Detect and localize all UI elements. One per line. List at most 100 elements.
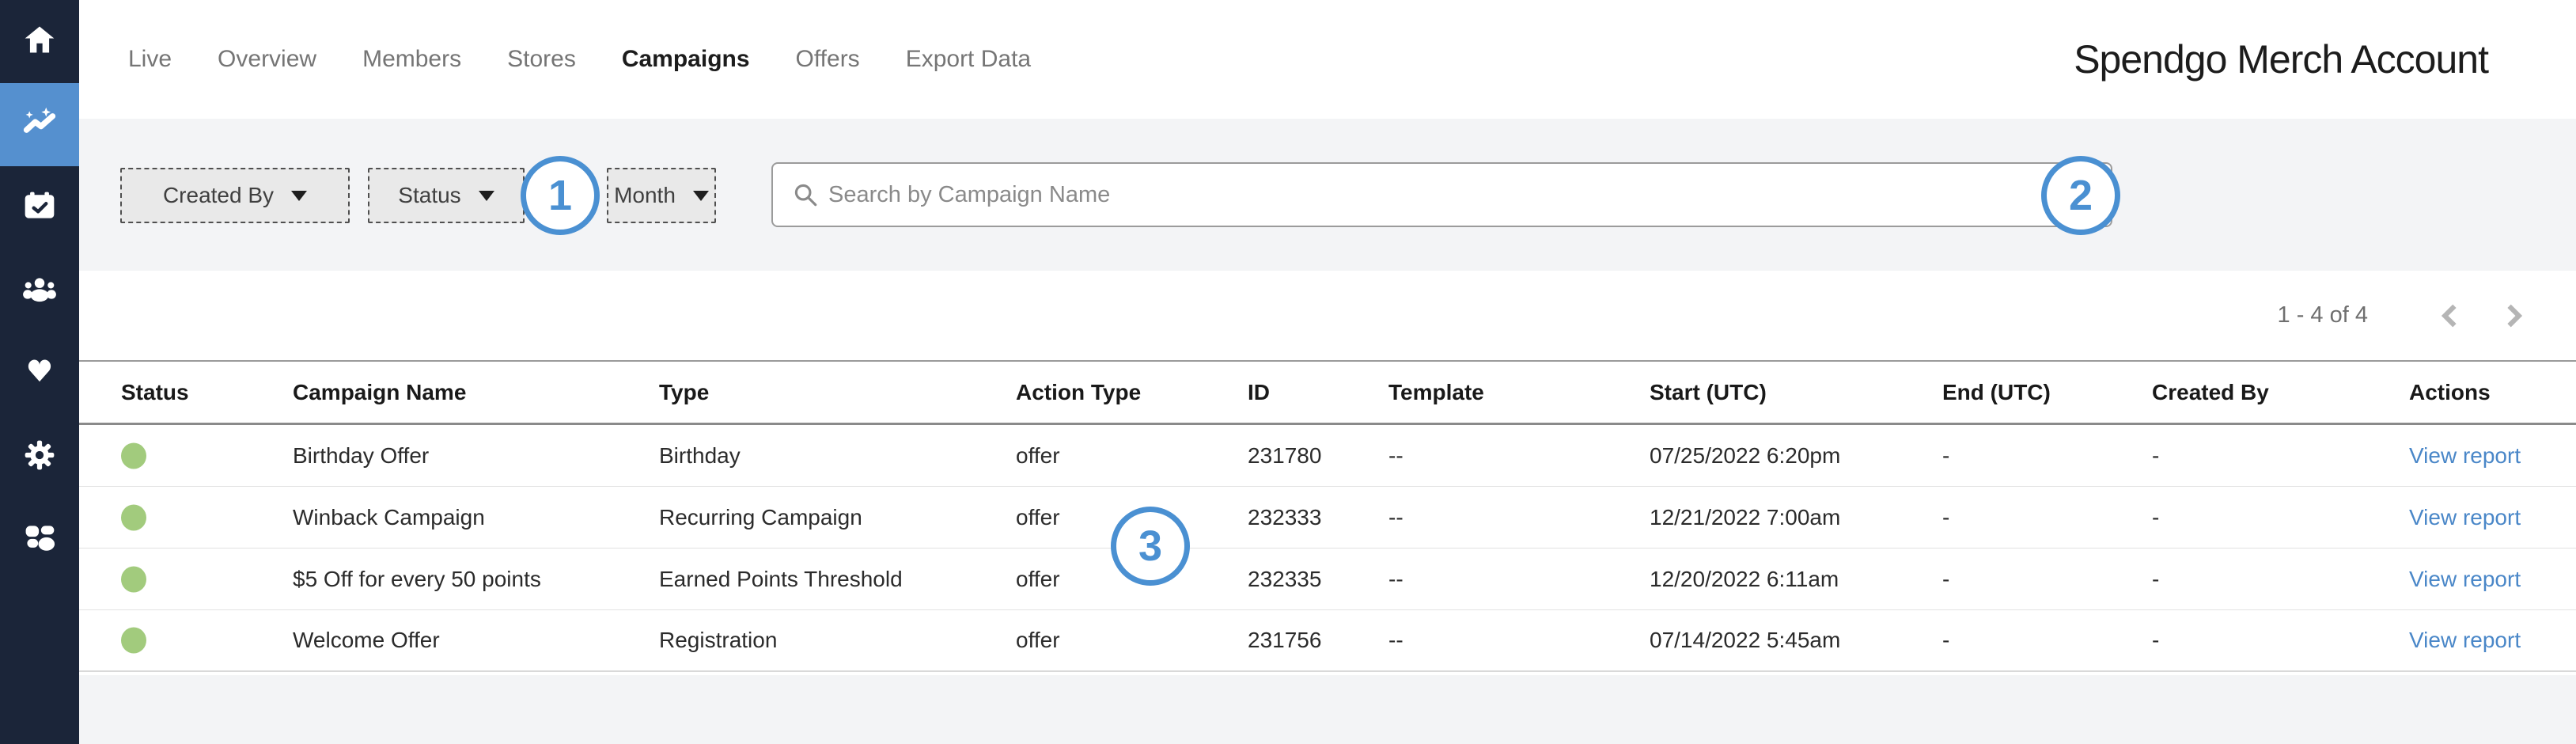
- end-utc-cell: -: [1942, 567, 1949, 592]
- column-header-actions: Actions: [2409, 380, 2491, 405]
- view-report-link[interactable]: View report: [2409, 567, 2521, 592]
- month-filter-dropdown[interactable]: Month: [607, 168, 716, 223]
- column-header-template: Template: [1388, 380, 1484, 405]
- campaign-name-cell: Birthday Offer: [293, 443, 429, 469]
- page-title: Spendgo Merch Account: [2074, 0, 2488, 119]
- chevron-down-icon: [291, 191, 307, 201]
- chevron-left-icon: [2435, 301, 2465, 331]
- home-icon: [22, 22, 57, 61]
- pagination-prev-button[interactable]: [2433, 271, 2468, 360]
- members-icon: [22, 271, 57, 310]
- tab-offers[interactable]: Offers: [796, 46, 860, 73]
- tab-members[interactable]: Members: [362, 46, 461, 73]
- view-report-link[interactable]: View report: [2409, 628, 2521, 653]
- sidebar-item-members[interactable]: [0, 249, 79, 332]
- created-by-cell: -: [2152, 505, 2159, 530]
- search-input[interactable]: [828, 182, 2092, 208]
- table-header-row: Status Campaign Name Type Action Type ID…: [79, 360, 2576, 425]
- sidebar-item-analytics[interactable]: [0, 83, 79, 166]
- campaign-name-cell: $5 Off for every 50 points: [293, 567, 541, 592]
- sidebar-item-settings[interactable]: [0, 416, 79, 499]
- end-utc-cell: -: [1942, 443, 1949, 469]
- id-cell: 231780: [1248, 443, 1321, 469]
- action-type-cell: offer: [1016, 628, 1060, 653]
- chevron-right-icon: [2498, 301, 2529, 331]
- status-dot: [121, 566, 146, 592]
- type-cell: Registration: [659, 628, 777, 653]
- status-dot: [121, 628, 146, 654]
- status-dot: [121, 442, 146, 469]
- template-cell: --: [1388, 567, 1404, 592]
- template-cell: --: [1388, 443, 1404, 469]
- campaigns-table: Status Campaign Name Type Action Type ID…: [79, 360, 2576, 672]
- sidebar-item-home[interactable]: [0, 0, 79, 83]
- column-header-action-type: Action Type: [1016, 380, 1141, 405]
- status-filter-label: Status: [398, 183, 460, 208]
- month-filter-label: Month: [614, 183, 676, 208]
- table-row: Welcome Offer Registration offer 231756 …: [79, 610, 2576, 672]
- action-type-cell: offer: [1016, 443, 1060, 469]
- created-by-filter-label: Created By: [163, 183, 274, 208]
- end-utc-cell: -: [1942, 628, 1949, 653]
- created-by-filter-dropdown[interactable]: Created By: [120, 168, 350, 223]
- id-cell: 232333: [1248, 505, 1321, 530]
- content-footer-area: [79, 675, 2576, 744]
- start-utc-cell: 12/20/2022 6:11am: [1650, 567, 1839, 592]
- table-row: $5 Off for every 50 points Earned Points…: [79, 549, 2576, 610]
- column-header-status: Status: [121, 380, 189, 405]
- apps-icon: [22, 521, 57, 560]
- pagination-next-button[interactable]: [2496, 271, 2531, 360]
- column-header-type: Type: [659, 380, 709, 405]
- campaigns-page: Live Overview Members Stores Campaigns O…: [0, 0, 2576, 744]
- campaign-search-box[interactable]: [771, 162, 2112, 227]
- heart-icon: [22, 355, 57, 393]
- search-icon: [792, 181, 819, 208]
- tab-stores[interactable]: Stores: [507, 46, 576, 73]
- column-header-id: ID: [1248, 380, 1270, 405]
- tab-campaigns[interactable]: Campaigns: [622, 46, 750, 73]
- calendar-icon: [22, 188, 57, 227]
- table-row: Birthday Offer Birthday offer 231780 -- …: [79, 425, 2576, 487]
- sidebar-item-calendar[interactable]: [0, 166, 79, 249]
- created-by-cell: -: [2152, 443, 2159, 469]
- status-filter-dropdown[interactable]: Status: [368, 168, 525, 223]
- action-type-cell: offer: [1016, 567, 1060, 592]
- view-report-link[interactable]: View report: [2409, 505, 2521, 530]
- table-row: Winback Campaign Recurring Campaign offe…: [79, 487, 2576, 549]
- start-utc-cell: 12/21/2022 7:00am: [1650, 505, 1840, 530]
- type-cell: Recurring Campaign: [659, 505, 862, 530]
- start-utc-cell: 07/14/2022 5:45am: [1650, 628, 1840, 653]
- tab-live[interactable]: Live: [128, 46, 172, 73]
- sidebar-item-favorites[interactable]: [0, 332, 79, 416]
- template-cell: --: [1388, 628, 1404, 653]
- campaign-name-cell: Welcome Offer: [293, 628, 440, 653]
- gear-icon: [22, 438, 57, 476]
- pagination-bar: 1 - 4 of 4: [79, 271, 2576, 360]
- sidebar-item-apps[interactable]: [0, 499, 79, 582]
- column-header-created-by: Created By: [2152, 380, 2269, 405]
- sidebar: [0, 0, 79, 744]
- tab-export-data[interactable]: Export Data: [906, 46, 1031, 73]
- column-header-start-utc: Start (UTC): [1650, 380, 1767, 405]
- type-cell: Birthday: [659, 443, 741, 469]
- id-cell: 231756: [1248, 628, 1321, 653]
- column-header-end-utc: End (UTC): [1942, 380, 2051, 405]
- campaign-name-cell: Winback Campaign: [293, 505, 485, 530]
- start-utc-cell: 07/25/2022 6:20pm: [1650, 443, 1840, 469]
- tab-overview[interactable]: Overview: [218, 46, 316, 73]
- view-report-link[interactable]: View report: [2409, 443, 2521, 469]
- analytics-icon: [22, 105, 57, 144]
- type-cell: Earned Points Threshold: [659, 567, 903, 592]
- column-header-campaign-name: Campaign Name: [293, 380, 466, 405]
- annotation-marker-1: 1: [521, 156, 600, 235]
- created-by-cell: -: [2152, 628, 2159, 653]
- pagination-range: 1 - 4 of 4: [2278, 271, 2368, 360]
- annotation-marker-2: 2: [2041, 156, 2120, 235]
- id-cell: 232335: [1248, 567, 1321, 592]
- template-cell: --: [1388, 505, 1404, 530]
- action-type-cell: offer: [1016, 505, 1060, 530]
- end-utc-cell: -: [1942, 505, 1949, 530]
- annotation-marker-3: 3: [1111, 507, 1190, 586]
- created-by-cell: -: [2152, 567, 2159, 592]
- chevron-down-icon: [693, 191, 709, 201]
